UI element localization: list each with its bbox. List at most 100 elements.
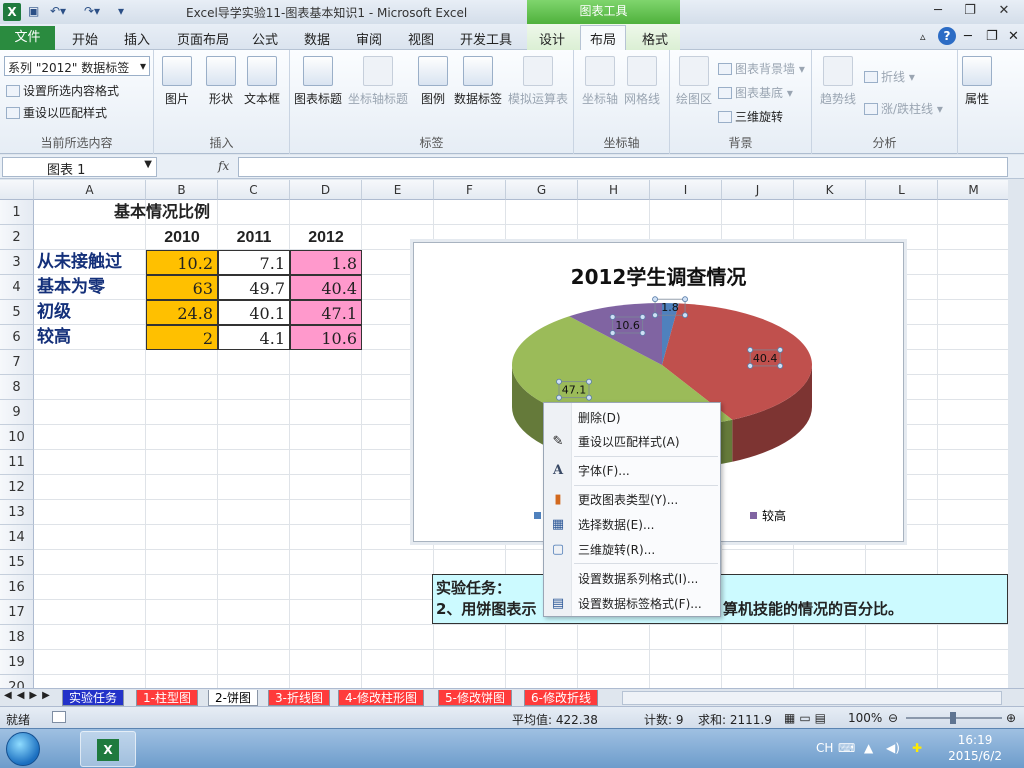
selection-handle[interactable] <box>556 394 562 401</box>
row-header[interactable]: 4 <box>0 275 34 300</box>
row-header[interactable]: 9 <box>0 400 34 425</box>
selection-handle[interactable] <box>777 363 784 369</box>
row-header[interactable]: 10 <box>0 425 34 450</box>
value-cell[interactable]: 2 <box>146 325 218 350</box>
row-header[interactable]: 7 <box>0 350 34 375</box>
taskbar-excel-button[interactable]: X <box>80 731 136 767</box>
row-header[interactable]: 11 <box>0 450 34 475</box>
view-buttons-icon[interactable]: ▦▭▤ <box>784 711 830 725</box>
row-label-cell[interactable]: 基本为零 <box>34 275 146 300</box>
picture-button[interactable]: 图片 <box>162 56 192 107</box>
menu-3d-rotation[interactable]: ▢ 三维旋转(R)... <box>544 539 720 561</box>
menu-reset-style[interactable]: ✎ 重设以匹配样式(A) <box>544 431 720 453</box>
row-header[interactable]: 14 <box>0 525 34 550</box>
tab-design[interactable]: 设计 <box>539 29 565 48</box>
column-header[interactable]: B <box>146 180 218 200</box>
minimize-button[interactable]: ─ <box>924 2 952 20</box>
sheet-tab-edit-pie[interactable]: 5-修改饼图 <box>438 690 512 706</box>
tab-format[interactable]: 格式 <box>642 29 668 48</box>
restore-button[interactable]: ❐ <box>956 2 984 20</box>
horizontal-scrollbar[interactable] <box>622 691 1002 705</box>
selection-handle[interactable] <box>652 296 658 303</box>
selection-handle[interactable] <box>586 378 592 385</box>
row-header[interactable]: 17 <box>0 600 34 625</box>
tab-layout[interactable]: 布局 <box>580 25 627 51</box>
rotation-3d-button[interactable]: 三维旋转 <box>718 108 783 125</box>
row-header[interactable]: 19 <box>0 650 34 675</box>
row-header[interactable]: 16 <box>0 575 34 600</box>
tab-data[interactable]: 数据 <box>304 29 330 48</box>
sheet-tab-edit-line[interactable]: 6-修改折线 <box>524 690 598 706</box>
selection-handle[interactable] <box>777 347 784 353</box>
start-button[interactable] <box>6 732 40 766</box>
sheet-tab-bar-chart[interactable]: 1-柱型图 <box>136 690 198 706</box>
select-all-corner[interactable] <box>0 180 34 200</box>
keyboard-icon[interactable]: ⌨ <box>838 741 855 755</box>
zoom-in-icon[interactable]: ⊕ <box>1006 711 1016 725</box>
value-cell[interactable]: 40.1 <box>218 300 290 325</box>
column-header[interactable]: H <box>578 180 650 200</box>
table-title-cell[interactable]: 基本情况比例 <box>34 200 290 225</box>
legend-swatch[interactable] <box>750 512 757 519</box>
fx-icon[interactable]: fx <box>218 159 229 173</box>
reset-style-button[interactable]: 重设以匹配样式 <box>6 104 107 121</box>
column-header[interactable]: E <box>362 180 434 200</box>
row-header[interactable]: 8 <box>0 375 34 400</box>
menu-select-data[interactable]: ▦ 选择数据(E)... <box>544 514 720 536</box>
selection-handle[interactable] <box>682 312 688 319</box>
chart-elements-dropdown[interactable]: 系列 "2012" 数据标签 ▾ <box>4 56 150 76</box>
value-cell[interactable]: 10.2 <box>146 250 218 275</box>
ribbon-collapse-icon[interactable]: ▵ <box>920 30 926 43</box>
row-label-cell[interactable]: 初级 <box>34 300 146 325</box>
properties-button[interactable]: 属性 <box>962 56 992 107</box>
data-table-button[interactable]: 模拟运算表 <box>508 56 568 107</box>
value-cell[interactable]: 1.8 <box>290 250 362 275</box>
column-header[interactable]: A <box>34 180 146 200</box>
selection-handle[interactable] <box>609 314 616 320</box>
tab-insert[interactable]: 插入 <box>124 29 150 48</box>
undo-icon[interactable]: ↶▾ <box>50 4 66 18</box>
tray-expand-icon[interactable]: ▲ <box>864 741 873 755</box>
row-label-cell[interactable]: 从未接触过 <box>34 250 146 275</box>
row-header[interactable]: 6 <box>0 325 34 350</box>
legend-button[interactable]: 图例 <box>418 56 448 107</box>
selection-handle[interactable] <box>682 296 688 303</box>
volume-icon[interactable]: ◀) <box>886 741 900 755</box>
zoom-level[interactable]: 100% <box>848 711 882 725</box>
save-icon[interactable]: ▣ <box>28 4 39 18</box>
row-header[interactable]: 5 <box>0 300 34 325</box>
year-header-cell[interactable]: 2012 <box>290 225 362 250</box>
shapes-button[interactable]: 形状 <box>206 56 236 107</box>
row-label-cell[interactable]: 较高 <box>34 325 146 350</box>
help-icon[interactable]: ? <box>938 27 956 45</box>
selection-handle[interactable] <box>609 330 616 336</box>
value-cell[interactable]: 40.4 <box>290 275 362 300</box>
updown-bars-button[interactable]: 涨/跌柱线 ▾ <box>864 100 943 117</box>
value-cell[interactable]: 4.1 <box>218 325 290 350</box>
selection-handle[interactable] <box>586 394 592 401</box>
column-header[interactable]: K <box>794 180 866 200</box>
system-clock[interactable]: 16:19 2015/6/2 <box>948 732 1002 764</box>
value-cell[interactable]: 49.7 <box>218 275 290 300</box>
plot-area-button[interactable]: 绘图区 <box>676 56 712 107</box>
sheet-nav-arrows-icon[interactable]: ◀◀▶▶ <box>4 690 55 701</box>
selection-handle[interactable] <box>639 330 646 336</box>
doc-minimize-button[interactable]: ─ <box>964 29 972 44</box>
menu-font[interactable]: A 字体(F)... <box>544 460 720 482</box>
menu-format-data-labels[interactable]: ▤ 设置数据标签格式(F)... <box>544 593 720 615</box>
tab-page-layout[interactable]: 页面布局 <box>177 29 229 48</box>
axis-title-button[interactable]: 坐标轴标题 <box>348 56 408 107</box>
row-header[interactable]: 15 <box>0 550 34 575</box>
row-header[interactable]: 20 <box>0 675 34 688</box>
value-cell[interactable]: 7.1 <box>218 250 290 275</box>
row-header[interactable]: 3 <box>0 250 34 275</box>
column-header[interactable]: L <box>866 180 938 200</box>
zoom-slider-thumb[interactable] <box>950 712 956 724</box>
row-header[interactable]: 2 <box>0 225 34 250</box>
macro-record-icon[interactable] <box>52 711 66 723</box>
value-cell[interactable]: 24.8 <box>146 300 218 325</box>
tab-developer[interactable]: 开发工具 <box>460 29 512 48</box>
chart-title-button[interactable]: 图表标题 <box>294 56 342 107</box>
tab-review[interactable]: 审阅 <box>356 29 382 48</box>
close-button[interactable]: ✕ <box>990 2 1018 20</box>
